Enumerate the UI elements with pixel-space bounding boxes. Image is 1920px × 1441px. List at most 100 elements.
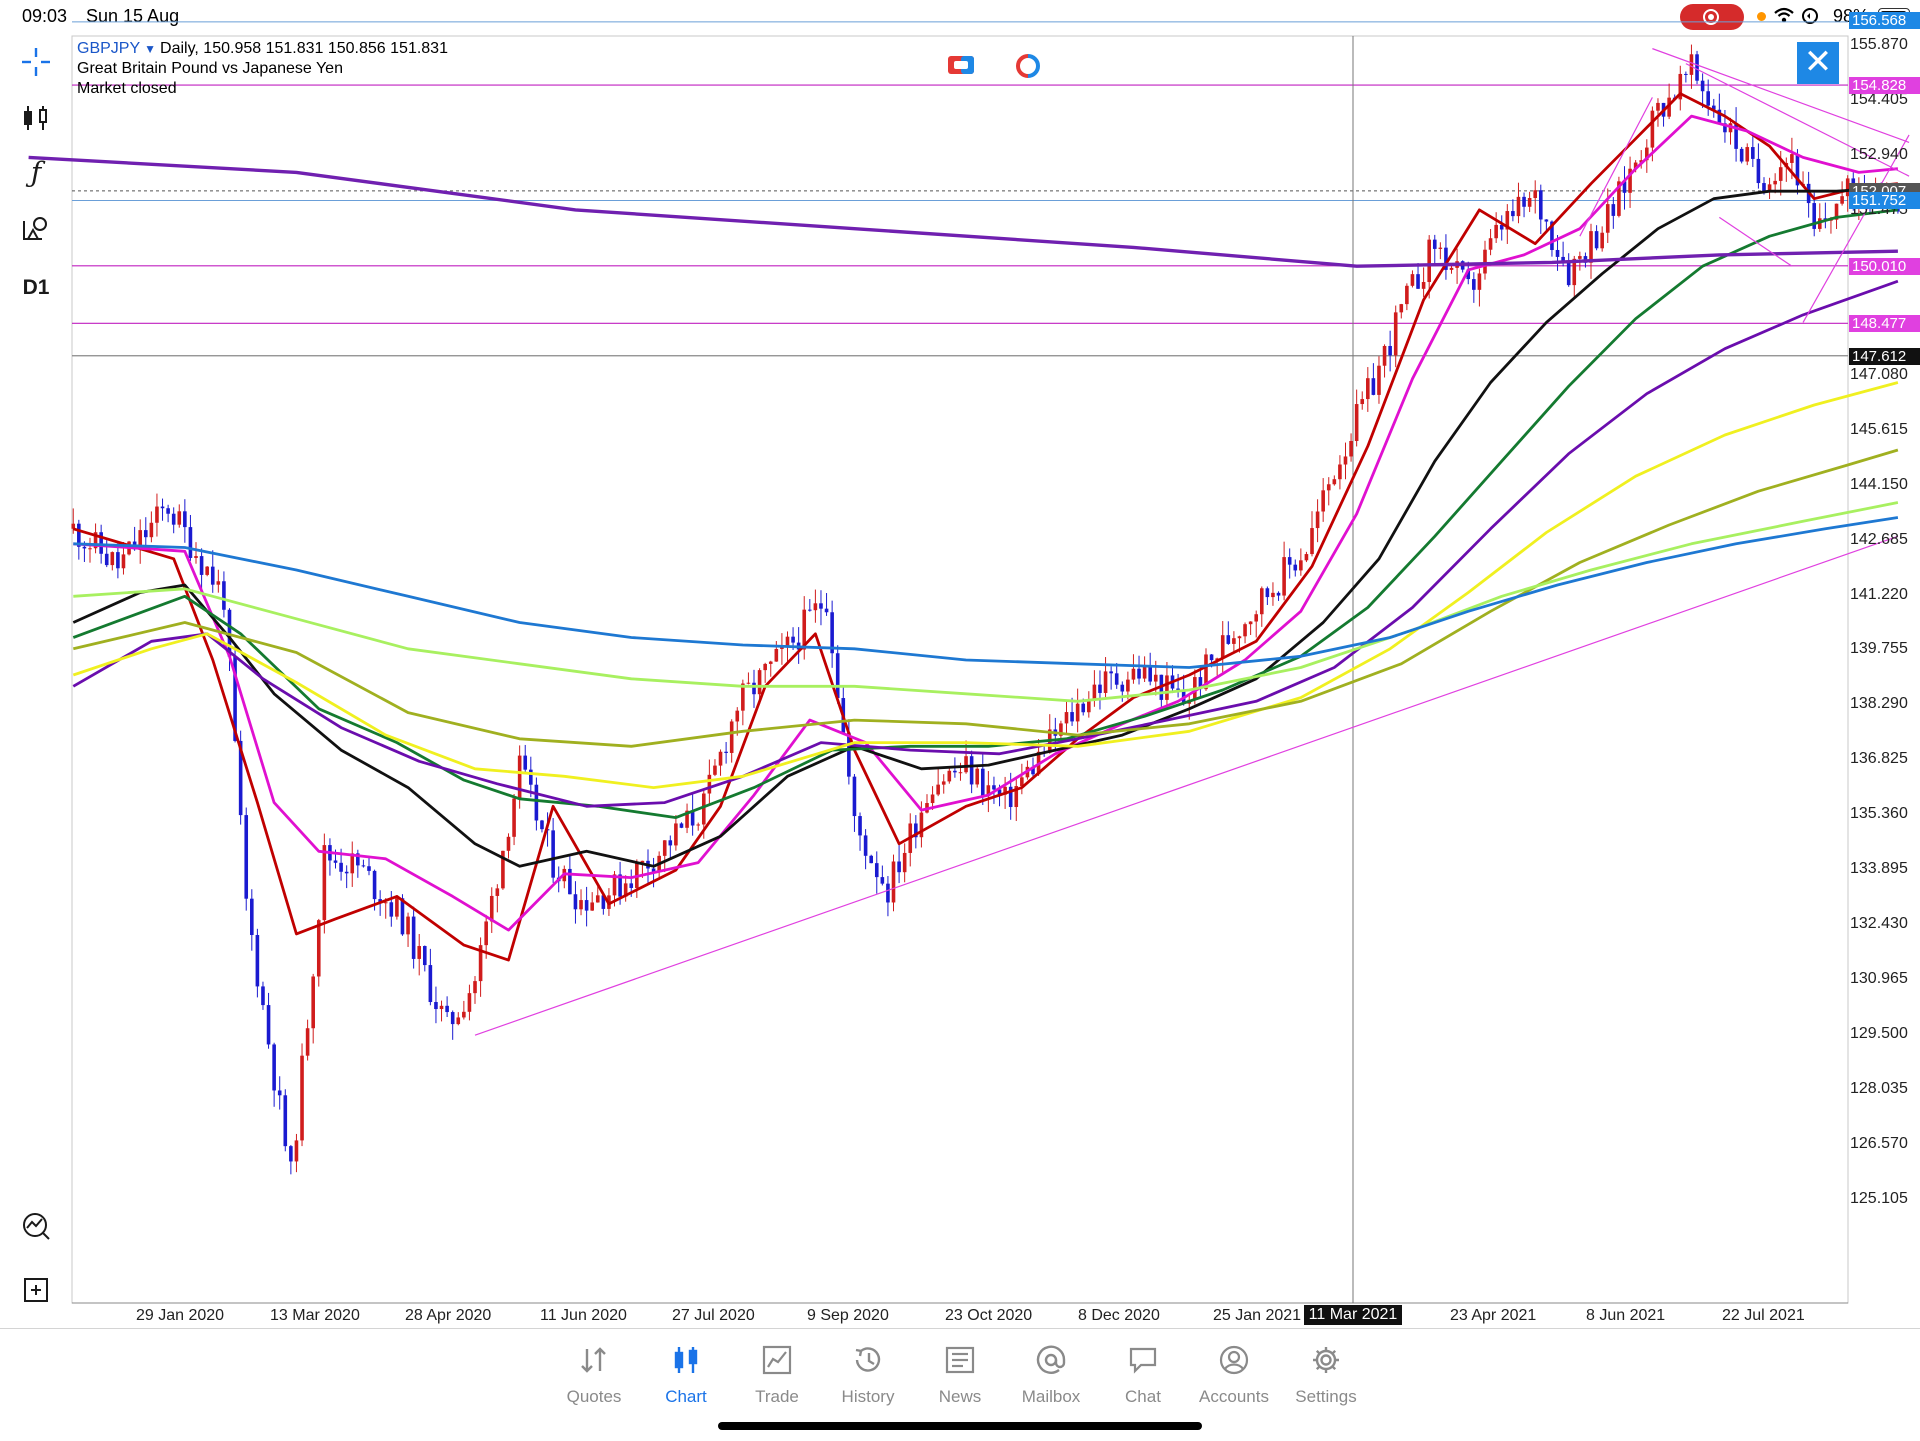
candle-body [679,823,684,828]
candle-body [763,663,767,671]
candle-body [1432,239,1437,249]
date-axis-tick: 8 Dec 2020 [1078,1307,1160,1324]
tab-chat[interactable]: Chat [1097,1343,1189,1407]
candle-body [858,816,862,836]
candle-body [1148,666,1152,682]
quotes-icon [548,1343,640,1377]
candle-body [367,866,371,871]
candle-body [289,1146,293,1162]
candle-body [199,556,204,575]
trendline[interactable] [474,535,1899,1036]
candle-body [1555,249,1560,257]
sync-icon[interactable] [1014,54,1042,78]
tab-quotes[interactable]: Quotes [548,1343,640,1407]
news-icon [914,1343,1006,1377]
candle-body [1276,592,1281,596]
tab-news[interactable]: News [914,1343,1006,1407]
moving-average-line[interactable] [72,186,1898,868]
candle-body [149,522,154,538]
candle-body [1282,557,1286,596]
candle-body [1137,668,1141,679]
candle-body [255,935,260,987]
candle-body [1338,464,1342,480]
candle-body [216,581,221,585]
candle-body [523,755,528,770]
price-tag: 148.477 [1849,315,1920,333]
candle-body [1840,196,1844,204]
price-axis-tick: 142.685 [1850,530,1908,548]
candle-body [1416,274,1420,289]
date-axis-tick: 11 Jun 2020 [540,1307,627,1324]
moving-average-line[interactable] [72,448,1899,748]
candle-body [406,916,410,935]
candle-body [1287,557,1292,565]
price-axis-tick: 136.825 [1850,750,1908,768]
candle-body [551,830,555,878]
candle-body [941,781,946,785]
candle-body [250,898,254,936]
candle-body [116,552,120,569]
trendline[interactable] [1719,216,1793,267]
candle-body [897,861,901,873]
home-indicator[interactable] [718,1422,1202,1430]
chevron-down-icon[interactable]: ▼ [144,42,156,56]
symbol-selector[interactable]: GBPJPY [77,40,140,57]
price-axis-tick: 132.430 [1850,915,1908,933]
trade-icon [731,1343,823,1377]
candle-body [1762,183,1766,192]
candle-body [1209,654,1214,661]
tab-settings[interactable]: Settings [1280,1343,1372,1407]
candle-body [674,823,678,846]
tab-chart[interactable]: Chart [640,1343,732,1407]
moving-average-line[interactable] [73,516,1899,669]
candle-body [668,840,673,846]
candle-body [573,894,578,910]
candle-body [891,861,896,903]
price-tag: 150.010 [1849,257,1920,275]
candle-body [1070,712,1074,722]
candle-body [735,710,740,722]
candle-body [757,670,762,695]
candle-body [266,1005,271,1045]
price-axis-tick: 145.615 [1850,420,1908,438]
tab-trade[interactable]: Trade [731,1343,823,1407]
tab-accounts[interactable]: Accounts [1188,1343,1280,1407]
candle-body [1494,224,1498,239]
price-tag: 151.752 [1849,192,1920,210]
date-axis-tick: 22 Jul 2021 [1722,1307,1805,1324]
date-axis-tick: 28 Apr 2020 [405,1307,492,1324]
candle-body [819,603,823,609]
candle-body [244,815,249,899]
candle-body [874,863,879,878]
candle-body [1589,231,1593,263]
candle-body [277,1090,282,1096]
candle-body [1293,564,1298,571]
candle-body [752,682,756,695]
candle-body [1706,91,1710,106]
candle-body [473,981,477,994]
candle-body [411,916,416,959]
candle-body [467,993,472,1012]
candle-body [969,756,974,785]
settings-icon [1280,1343,1372,1377]
candle-body [880,877,885,884]
tab-mailbox[interactable]: Mailbox [1005,1343,1097,1407]
moving-average-line[interactable] [72,92,1899,962]
moving-average-line[interactable] [73,501,1899,703]
candle-body [1343,456,1348,465]
close-icon[interactable]: ✕ [1797,42,1839,84]
candle-body [1120,684,1125,692]
tab-label: Accounts [1199,1387,1269,1406]
candle-body [1354,404,1359,441]
candle-body [1237,636,1242,639]
candle-body [1566,262,1571,286]
one-click-trading-icon[interactable] [947,54,975,78]
candle-body [930,794,935,804]
price-chart[interactable] [0,0,1920,1328]
candle-body [1265,588,1270,598]
tab-history[interactable]: History [822,1343,914,1407]
candle-body [210,566,215,585]
candle-body [785,636,790,646]
candle-body [294,1140,299,1162]
candle-body [1578,256,1582,259]
